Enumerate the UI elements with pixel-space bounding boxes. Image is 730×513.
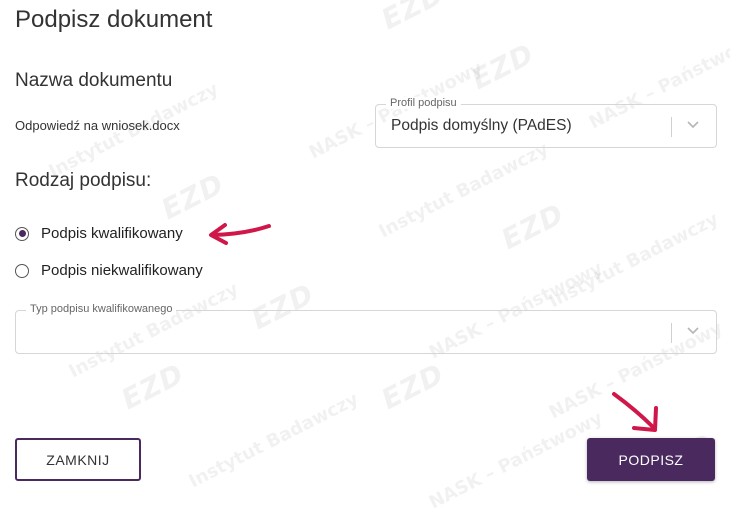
radio-label[interactable]: Podpis kwalifikowany [41,225,183,242]
sign-button[interactable]: PODPISZ [587,438,715,481]
watermark-logo: EZD [496,196,570,257]
document-heading: Nazwa dokumentu [15,70,173,91]
chevron-down-icon[interactable] [686,324,700,338]
select-divider [671,323,672,343]
watermark-logo: EZD [116,356,190,417]
signature-profile-legend: Profil podpisu [386,97,461,109]
watermark-text: Instytut Badawczy [545,208,722,313]
radio-label[interactable]: Podpis niekwalifikowany [41,262,203,279]
document-name: Odpowiedź na wniosek.docx [15,118,180,133]
radio-selected-dot [18,230,26,237]
watermark-text: NASK – Państwowy [425,407,607,513]
radio-unqualified-signature[interactable]: Podpis niekwalifikowany [15,262,203,279]
qualified-type-legend: Typ podpisu kwalifikowanego [26,303,177,315]
watermark-logo: EZD [466,36,540,97]
select-divider [671,117,672,137]
signature-type-heading: Rodzaj podpisu: [15,170,152,191]
watermark-text: Instytut Badawczy [375,138,552,243]
qualified-type-select[interactable]: Typ podpisu kwalifikowanego [15,303,717,354]
radio-circle[interactable] [15,263,29,278]
signature-profile-value: Podpis domyślny (PAdES) [391,117,572,134]
red-arrow-icon [209,223,271,245]
watermark-text: Instytut Badawczy [185,388,362,493]
radio-qualified-signature[interactable]: Podpis kwalifikowany [15,225,183,242]
signature-profile-select[interactable]: Profil podpisu Podpis domyślny (PAdES) [375,97,717,148]
chevron-down-icon[interactable] [686,118,700,132]
dialog-title: Podpisz dokument [15,6,213,33]
watermark-logo: EZD [376,0,450,37]
red-arrow-icon [612,392,658,432]
watermark-logo: EZD [376,356,450,417]
close-button[interactable]: ZAMKNIJ [15,438,141,481]
radio-circle[interactable] [15,226,29,241]
